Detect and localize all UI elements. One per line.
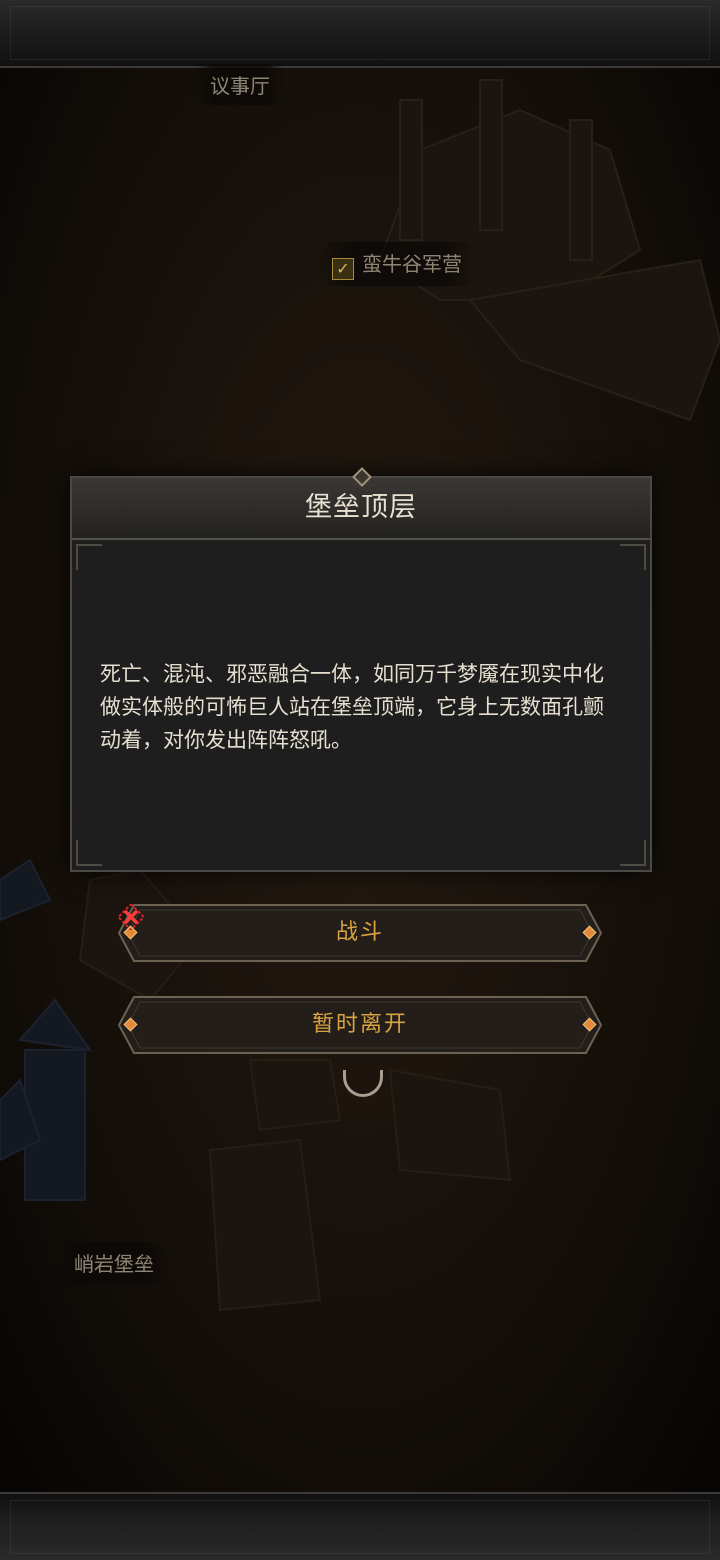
corner-ornament bbox=[620, 544, 646, 570]
dialog-description: 死亡、混沌、邪恶融合一体，如同万千梦魇在现实中化做实体般的可怖巨人站在堡垒顶端，… bbox=[100, 662, 604, 752]
map-label-fortress[interactable]: 峭岩堡垒 bbox=[60, 1242, 168, 1283]
check-icon: ✓ bbox=[332, 258, 354, 280]
leave-button[interactable]: 暂时离开 bbox=[118, 996, 602, 1054]
bottom-frame bbox=[0, 1492, 720, 1560]
map-label-camp[interactable]: ✓ 蛮牛谷军营 bbox=[318, 242, 476, 286]
corner-ornament bbox=[76, 840, 102, 866]
corner-ornament bbox=[620, 840, 646, 866]
corner-ornament bbox=[76, 544, 102, 570]
top-frame bbox=[0, 0, 720, 68]
leave-button-label: 暂时离开 bbox=[311, 1012, 408, 1037]
fight-button-label: 战斗 bbox=[335, 920, 384, 945]
fight-button[interactable]: 战斗 bbox=[118, 904, 602, 962]
map-label-council-hall[interactable]: 议事厅 bbox=[196, 64, 284, 105]
event-dialog: 堡垒顶层 死亡、混沌、邪恶融合一体，如同万千梦魇在现实中化做实体般的可怖巨人站在… bbox=[70, 467, 652, 872]
dialog-title: 堡垒顶层 bbox=[305, 492, 417, 523]
dialog-header: 堡垒顶层 bbox=[72, 467, 650, 540]
